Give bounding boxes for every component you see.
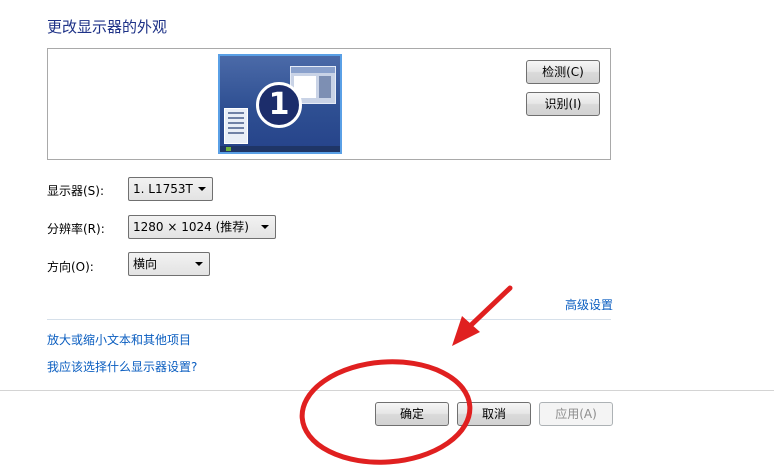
annotation-overlay [299, 285, 513, 465]
highlight-circle [299, 359, 473, 465]
arrow-line [467, 285, 513, 329]
